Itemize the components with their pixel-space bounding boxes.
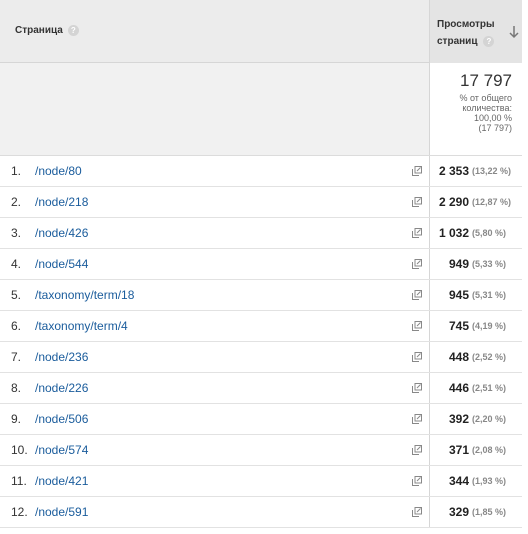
pageviews-percent: (13,22 %) [472, 166, 512, 176]
table-row: 9. /node/506 392 (2,20 %) [0, 404, 522, 435]
page-link[interactable]: /taxonomy/term/4 [35, 319, 128, 333]
pageviews-value: 2 353 [438, 164, 469, 178]
table-row: 11. /node/421 344 (1,93 %) [0, 466, 522, 497]
table-row: 2. /node/218 2 290 (12,87 %) [0, 187, 522, 218]
pageviews-value: 945 [448, 288, 469, 302]
open-in-new-icon[interactable] [412, 352, 422, 362]
arrow-down-icon[interactable] [509, 25, 519, 39]
table-row: 12. /node/591 329 (1,85 %) [0, 497, 522, 528]
table-header: Страница? Просмотры страниц? [0, 0, 522, 63]
pageviews-value: 745 [448, 319, 469, 333]
row-index: 4. [11, 257, 22, 271]
pageviews-percent: (4,19 %) [472, 321, 507, 331]
page-link[interactable]: /node/80 [35, 164, 82, 178]
pageviews-value: 392 [448, 412, 469, 426]
totals-row: 17 797 % от общего количества: 100,00 % … [0, 63, 522, 156]
pageviews-column-label-line2: страниц [437, 36, 478, 47]
table-row: 4. /node/544 949 (5,33 %) [0, 249, 522, 280]
pageviews-value: 949 [448, 257, 469, 271]
pageviews-percent: (2,52 %) [472, 352, 507, 362]
pageviews-value: 371 [448, 443, 469, 457]
table-row: 10. /node/574 371 (2,08 %) [0, 435, 522, 466]
page-link[interactable]: /node/544 [35, 257, 88, 271]
pageviews-value: 344 [448, 474, 469, 488]
open-in-new-icon[interactable] [412, 476, 422, 486]
page-link[interactable]: /node/426 [35, 226, 88, 240]
row-index: 11. [11, 474, 27, 488]
row-index: 10. [11, 443, 28, 457]
row-index: 9. [11, 412, 22, 426]
page-link[interactable]: /node/574 [35, 443, 88, 457]
pageviews-value: 2 290 [438, 195, 469, 209]
pageviews-percent: (5,31 %) [472, 290, 507, 300]
open-in-new-icon[interactable] [412, 383, 422, 393]
row-index: 12. [11, 505, 28, 519]
page-link[interactable]: /node/591 [35, 505, 88, 519]
page-link[interactable]: /node/218 [35, 195, 88, 209]
help-icon[interactable]: ? [483, 35, 495, 47]
open-in-new-icon[interactable] [412, 197, 422, 207]
open-in-new-icon[interactable] [412, 414, 422, 424]
page-link[interactable]: /node/506 [35, 412, 88, 426]
open-in-new-icon[interactable] [412, 166, 422, 176]
pageviews-percent: (2,08 %) [472, 445, 507, 455]
pageviews-percent: (12,87 %) [472, 197, 512, 207]
table-row: 1. /node/80 2 353 (13,22 %) [0, 156, 522, 187]
page-link[interactable]: /taxonomy/term/18 [35, 288, 134, 302]
table-row: 7. /node/236 448 (2,52 %) [0, 342, 522, 373]
open-in-new-icon[interactable] [412, 445, 422, 455]
page-column-label: Страница [15, 25, 63, 37]
row-index: 6. [11, 319, 22, 333]
page-link[interactable]: /node/236 [35, 350, 88, 364]
row-index: 2. [11, 195, 22, 209]
row-index: 1. [11, 164, 22, 178]
row-index: 5. [11, 288, 22, 302]
open-in-new-icon[interactable] [412, 321, 422, 331]
table-row: 8. /node/226 446 (2,51 %) [0, 373, 522, 404]
pageviews-percent: (5,33 %) [472, 259, 507, 269]
table-row: 3. /node/426 1 032 (5,80 %) [0, 218, 522, 249]
pageviews-percent: (2,20 %) [472, 414, 507, 424]
open-in-new-icon[interactable] [412, 290, 422, 300]
page-link[interactable]: /node/226 [35, 381, 88, 395]
row-index: 3. [11, 226, 22, 240]
pageviews-percent: (1,85 %) [472, 507, 507, 517]
table-row: 5. /taxonomy/term/18 945 (5,31 %) [0, 280, 522, 311]
row-index: 7. [11, 350, 22, 364]
pageviews-value: 448 [448, 350, 469, 364]
pageviews-percent: (5,80 %) [472, 228, 507, 238]
pageviews-column-label-line1: Просмотры [437, 19, 495, 30]
column-header-pageviews[interactable]: Просмотры страниц? [430, 0, 522, 63]
total-percent-note: % от общего количества: 100,00 % (17 797… [459, 93, 513, 133]
total-pageviews: 17 797 [460, 71, 512, 90]
column-header-page[interactable]: Страница? [0, 0, 430, 63]
open-in-new-icon[interactable] [412, 507, 422, 517]
table-row: 6. /taxonomy/term/4 745 (4,19 %) [0, 311, 522, 342]
row-index: 8. [11, 381, 22, 395]
pageviews-value: 329 [448, 505, 469, 519]
pageviews-percent: (1,93 %) [472, 476, 507, 486]
help-icon[interactable]: ? [67, 25, 79, 36]
pageviews-value: 1 032 [438, 226, 469, 240]
page-link[interactable]: /node/421 [35, 474, 88, 488]
open-in-new-icon[interactable] [412, 259, 422, 269]
pageviews-percent: (2,51 %) [472, 383, 507, 393]
open-in-new-icon[interactable] [412, 228, 422, 238]
pageviews-value: 446 [448, 381, 469, 395]
